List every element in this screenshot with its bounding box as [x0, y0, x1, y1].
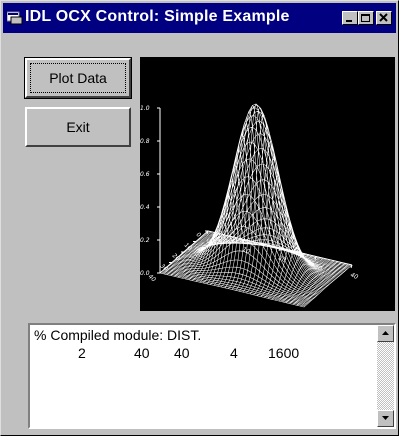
surface-plot: 0.00.20.40.60.81.0010203040010203040	[140, 57, 395, 311]
log-value: 40	[174, 345, 190, 361]
z-tick-label: 1.0	[140, 105, 150, 112]
z-tick-label: 0.8	[140, 138, 150, 145]
title-bar[interactable]: IDL OCX Control: Simple Example	[3, 3, 396, 33]
scroll-down-button[interactable]	[377, 410, 394, 427]
plot-data-label: Plot Data	[49, 70, 107, 86]
minimize-button[interactable]	[342, 11, 358, 25]
exit-label: Exit	[66, 119, 90, 135]
scroll-up-button[interactable]	[377, 325, 394, 342]
x-tick-label: 30	[313, 263, 323, 273]
log-value: 4	[230, 345, 238, 361]
arrow-up-icon	[382, 331, 389, 335]
close-button[interactable]	[376, 11, 392, 25]
arrow-down-icon	[382, 416, 389, 420]
surface-mesh-lines	[159, 103, 353, 308]
log-value: 40	[134, 345, 150, 361]
log-value: 2	[78, 345, 86, 361]
maximize-icon	[361, 14, 370, 22]
y-tick-label: 10	[183, 242, 193, 252]
app-window: IDL OCX Control: Simple Example Plot Dat…	[0, 0, 399, 436]
x-tick-label: 40	[349, 271, 359, 281]
log-scrollbar[interactable]	[377, 325, 394, 427]
exit-button[interactable]: Exit	[25, 107, 131, 147]
log-value: 1600	[268, 345, 300, 361]
window-title: IDL OCX Control: Simple Example	[25, 8, 290, 25]
z-tick-label: 0.2	[140, 237, 150, 244]
output-log[interactable]: % Compiled module: DIST. 2 40 40 4 1600	[28, 323, 396, 429]
minimize-icon	[346, 20, 352, 22]
surface-mesh	[159, 103, 353, 308]
maximize-button[interactable]	[358, 11, 374, 25]
z-tick-label: 0.6	[140, 171, 150, 178]
plot-data-button[interactable]: Plot Data	[24, 57, 132, 99]
log-line-1: % Compiled module: DIST.	[34, 327, 202, 343]
app-icon	[7, 11, 23, 25]
close-icon	[379, 13, 388, 22]
z-tick-label: 0.4	[140, 204, 150, 211]
y-tick-label: 0	[195, 231, 203, 239]
